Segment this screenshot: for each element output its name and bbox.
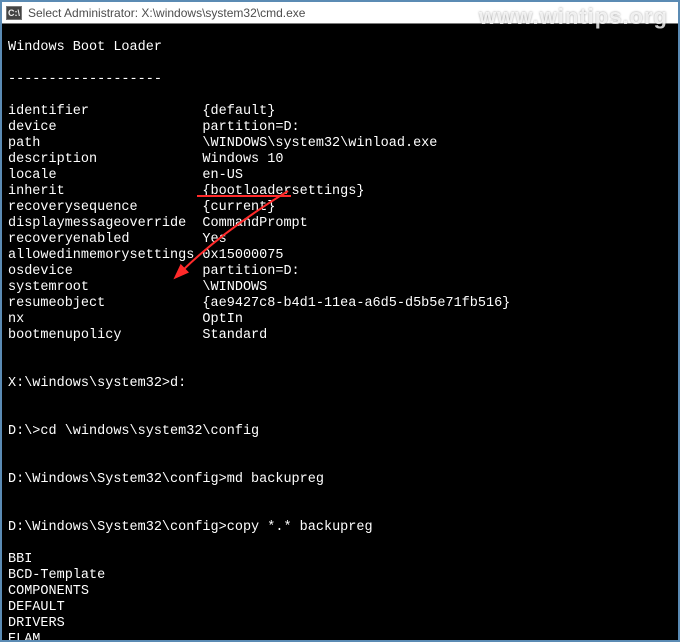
window-title: Select Administrator: X:\windows\system3… [28,6,305,20]
bcd-property: systemroot \WINDOWS [8,280,672,296]
prompt-line: D:\>cd \windows\system32\config [8,424,672,440]
bcd-property: osdevice partition=D: [8,264,672,280]
prompt-line: X:\windows\system32>d: [8,376,672,392]
bcd-property: device partition=D: [8,120,672,136]
bcd-property: nx OptIn [8,312,672,328]
copied-file: COMPONENTS [8,584,672,600]
bcd-property: recoveryenabled Yes [8,232,672,248]
cmd-window: C:\ Select Administrator: X:\windows\sys… [0,0,680,642]
bcd-property: locale en-US [8,168,672,184]
copied-file: BBI [8,552,672,568]
titlebar[interactable]: C:\ Select Administrator: X:\windows\sys… [2,2,678,24]
bcd-property: recoverysequence {current} [8,200,672,216]
prompt-line: D:\Windows\System32\config>md backupreg [8,472,672,488]
bcd-property: description Windows 10 [8,152,672,168]
copied-file: DEFAULT [8,600,672,616]
bcd-property: allowedinmemorysettings 0x15000075 [8,248,672,264]
copied-file: ELAM [8,632,672,640]
bcd-property: bootmenupolicy Standard [8,328,672,344]
copied-file: BCD-Template [8,568,672,584]
prompt-line: D:\Windows\System32\config>copy *.* back… [8,520,672,536]
divider: ------------------- [8,72,672,88]
bcd-property: identifier {default} [8,104,672,120]
bcd-property: inherit {bootloadersettings} [8,184,672,200]
bcd-property: resumeobject {ae9427c8-b4d1-11ea-a6d5-d5… [8,296,672,312]
copied-file: DRIVERS [8,616,672,632]
cmd-icon: C:\ [6,6,22,20]
terminal-output[interactable]: Windows Boot Loader ------------------- … [2,24,678,640]
bcd-property: path \WINDOWS\system32\winload.exe [8,136,672,152]
boot-loader-title: Windows Boot Loader [8,40,672,56]
bcd-property: displaymessageoverride CommandPrompt [8,216,672,232]
